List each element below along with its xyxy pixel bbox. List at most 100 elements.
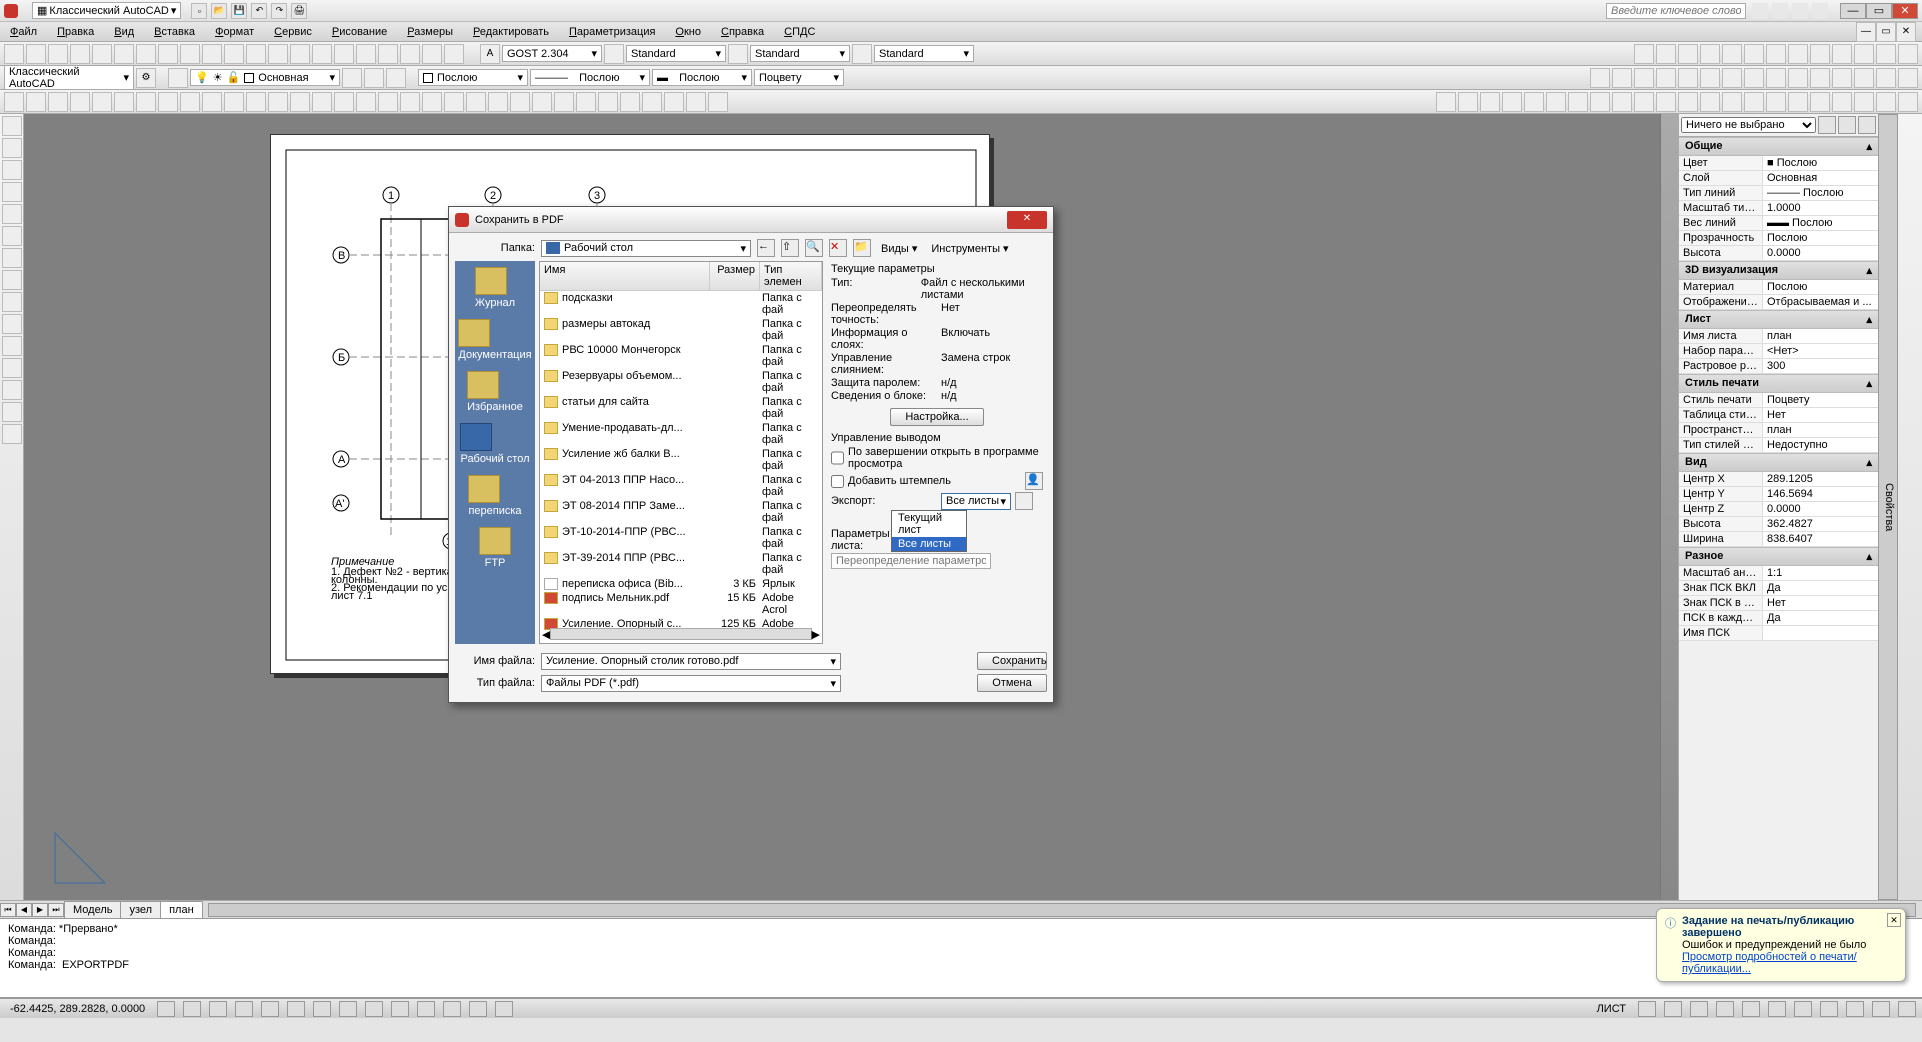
draw-btn-23[interactable] bbox=[488, 92, 508, 112]
spds-c5[interactable] bbox=[1524, 92, 1544, 112]
menu-draw[interactable]: Рисование bbox=[328, 24, 391, 40]
sb-ann1[interactable] bbox=[1716, 1001, 1734, 1017]
spds-weld[interactable] bbox=[1766, 44, 1786, 64]
draw-btn-33[interactable] bbox=[708, 92, 728, 112]
draw-btn-03[interactable] bbox=[48, 92, 68, 112]
spds-b9[interactable] bbox=[1766, 68, 1786, 88]
exchange-icon[interactable] bbox=[1792, 3, 1808, 19]
prop-value[interactable]: Отбрасываемая и ... bbox=[1763, 295, 1878, 309]
tab-plan[interactable]: план bbox=[160, 901, 203, 919]
spds-c18[interactable] bbox=[1810, 92, 1830, 112]
filetype-select[interactable]: Файлы PDF (*.pdf)▾ bbox=[541, 675, 841, 692]
draw-btn-18[interactable] bbox=[378, 92, 398, 112]
export-more-button[interactable] bbox=[1015, 492, 1033, 510]
tb-new[interactable] bbox=[4, 44, 24, 64]
prop-value[interactable]: Нет bbox=[1763, 408, 1878, 422]
file-row[interactable]: подпись Мельник.pdf15 КБAdobe Acrol bbox=[540, 591, 822, 617]
draw-btn-27[interactable] bbox=[576, 92, 596, 112]
back-button[interactable]: ← bbox=[757, 239, 775, 257]
file-row[interactable]: ЭТ-10-2014-ППР (РВС...Папка с фай bbox=[540, 525, 822, 551]
qat-print[interactable]: 🖨 bbox=[291, 3, 307, 19]
place-fav[interactable]: Избранное bbox=[467, 371, 523, 413]
prop-value[interactable]: 289.1205 bbox=[1763, 472, 1878, 486]
prop-value[interactable]: 362.4827 bbox=[1763, 517, 1878, 531]
tablestyle-select[interactable]: Standard▾ bbox=[874, 45, 974, 62]
sb-max[interactable] bbox=[1638, 1001, 1656, 1017]
tb-plot[interactable] bbox=[70, 44, 90, 64]
maximize-button[interactable]: ▭ bbox=[1866, 3, 1892, 19]
sb-ducs[interactable] bbox=[339, 1001, 357, 1017]
star-icon[interactable] bbox=[1772, 3, 1788, 19]
props-section-head[interactable]: Разное▴ bbox=[1679, 547, 1878, 566]
prop-row[interactable]: Центр Z0.0000 bbox=[1679, 502, 1878, 517]
palette-strip[interactable] bbox=[1660, 114, 1678, 900]
menu-format[interactable]: Формат bbox=[211, 24, 258, 40]
tb-calc[interactable] bbox=[422, 44, 442, 64]
open-after-checkbox[interactable]: По завершении открыть в программе просмо… bbox=[831, 446, 1043, 470]
draw-btn-31[interactable] bbox=[664, 92, 684, 112]
spds-stamp[interactable] bbox=[1854, 44, 1874, 64]
sb-grid[interactable] bbox=[183, 1001, 201, 1017]
up-button[interactable]: ⇧ bbox=[781, 239, 799, 257]
spds-b15[interactable] bbox=[1898, 68, 1918, 88]
spds-b2[interactable] bbox=[1612, 68, 1632, 88]
file-row[interactable]: Резервуары объемом...Папка с фай bbox=[540, 369, 822, 395]
tb-props[interactable] bbox=[312, 44, 332, 64]
minimize-button[interactable]: — bbox=[1840, 3, 1866, 19]
file-row[interactable]: подсказкиПапка с фай bbox=[540, 291, 822, 317]
tb-preview[interactable] bbox=[92, 44, 112, 64]
spds-axis[interactable] bbox=[1634, 44, 1654, 64]
prop-value[interactable]: Основная bbox=[1763, 171, 1878, 185]
draw-btn-05[interactable] bbox=[92, 92, 112, 112]
prop-value[interactable]: 1:1 bbox=[1763, 566, 1878, 580]
sheet-params-input[interactable] bbox=[831, 553, 991, 569]
sb-ann3[interactable] bbox=[1768, 1001, 1786, 1017]
filename-input[interactable]: Усиление. Опорный столик готово.pdf▾ bbox=[541, 653, 841, 670]
props-section-head[interactable]: Общие▴ bbox=[1679, 137, 1878, 156]
add-stamp-checkbox[interactable]: Добавить штемпель bbox=[831, 475, 951, 488]
tablestyle-icon[interactable] bbox=[852, 44, 872, 64]
spds-c2[interactable] bbox=[1458, 92, 1478, 112]
sb-hw[interactable] bbox=[1846, 1001, 1864, 1017]
tool-point[interactable] bbox=[2, 314, 22, 334]
sheet-label[interactable]: ЛИСТ bbox=[1593, 1003, 1630, 1015]
tool-table[interactable] bbox=[2, 358, 22, 378]
doc-min-button[interactable]: — bbox=[1856, 22, 1876, 42]
draw-btn-07[interactable] bbox=[136, 92, 156, 112]
draw-btn-15[interactable] bbox=[312, 92, 332, 112]
props-section-head[interactable]: Лист▴ bbox=[1679, 310, 1878, 329]
tb-zoom[interactable] bbox=[290, 44, 310, 64]
prop-row[interactable]: Таблица стил...Нет bbox=[1679, 408, 1878, 423]
draw-btn-12[interactable] bbox=[246, 92, 266, 112]
properties-tab[interactable]: Свойства bbox=[1878, 114, 1898, 900]
tool-line[interactable] bbox=[2, 116, 22, 136]
menu-insert[interactable]: Вставка bbox=[150, 24, 199, 40]
spds-c22[interactable] bbox=[1898, 92, 1918, 112]
sb-qv2[interactable] bbox=[1690, 1001, 1708, 1017]
prop-row[interactable]: Растровое раз...300 bbox=[1679, 359, 1878, 374]
place-docs[interactable]: Документация bbox=[458, 319, 531, 361]
draw-btn-22[interactable] bbox=[466, 92, 486, 112]
draw-btn-17[interactable] bbox=[356, 92, 376, 112]
sb-clean[interactable] bbox=[1898, 1001, 1916, 1017]
prop-value[interactable]: 1.0000 bbox=[1763, 201, 1878, 215]
tb-copy[interactable] bbox=[158, 44, 178, 64]
prop-value[interactable]: ▬▬ Послою bbox=[1763, 216, 1878, 230]
layer-prev[interactable] bbox=[342, 68, 362, 88]
props-section-head[interactable]: Вид▴ bbox=[1679, 453, 1878, 472]
file-row[interactable]: ЭТ 04-2013 ППР Насо...Папка с фай bbox=[540, 473, 822, 499]
qat-redo[interactable]: ↷ bbox=[271, 3, 287, 19]
prop-row[interactable]: Набор параме...<Нет> bbox=[1679, 344, 1878, 359]
tool-block[interactable] bbox=[2, 336, 22, 356]
file-row[interactable]: Умение-продавать-дл...Папка с фай bbox=[540, 421, 822, 447]
textstyle-select[interactable]: GOST 2.304▾ bbox=[502, 45, 602, 62]
sb-am[interactable] bbox=[495, 1001, 513, 1017]
stamp-settings-button[interactable]: 👤 bbox=[1025, 472, 1043, 490]
doc-restore-button[interactable]: ▭ bbox=[1876, 22, 1896, 42]
qat-save[interactable]: 💾 bbox=[231, 3, 247, 19]
col-name[interactable]: Имя bbox=[540, 262, 710, 290]
draw-btn-08[interactable] bbox=[158, 92, 178, 112]
spds-b6[interactable] bbox=[1700, 68, 1720, 88]
sb-ws[interactable] bbox=[1794, 1001, 1812, 1017]
tool-spline[interactable] bbox=[2, 248, 22, 268]
